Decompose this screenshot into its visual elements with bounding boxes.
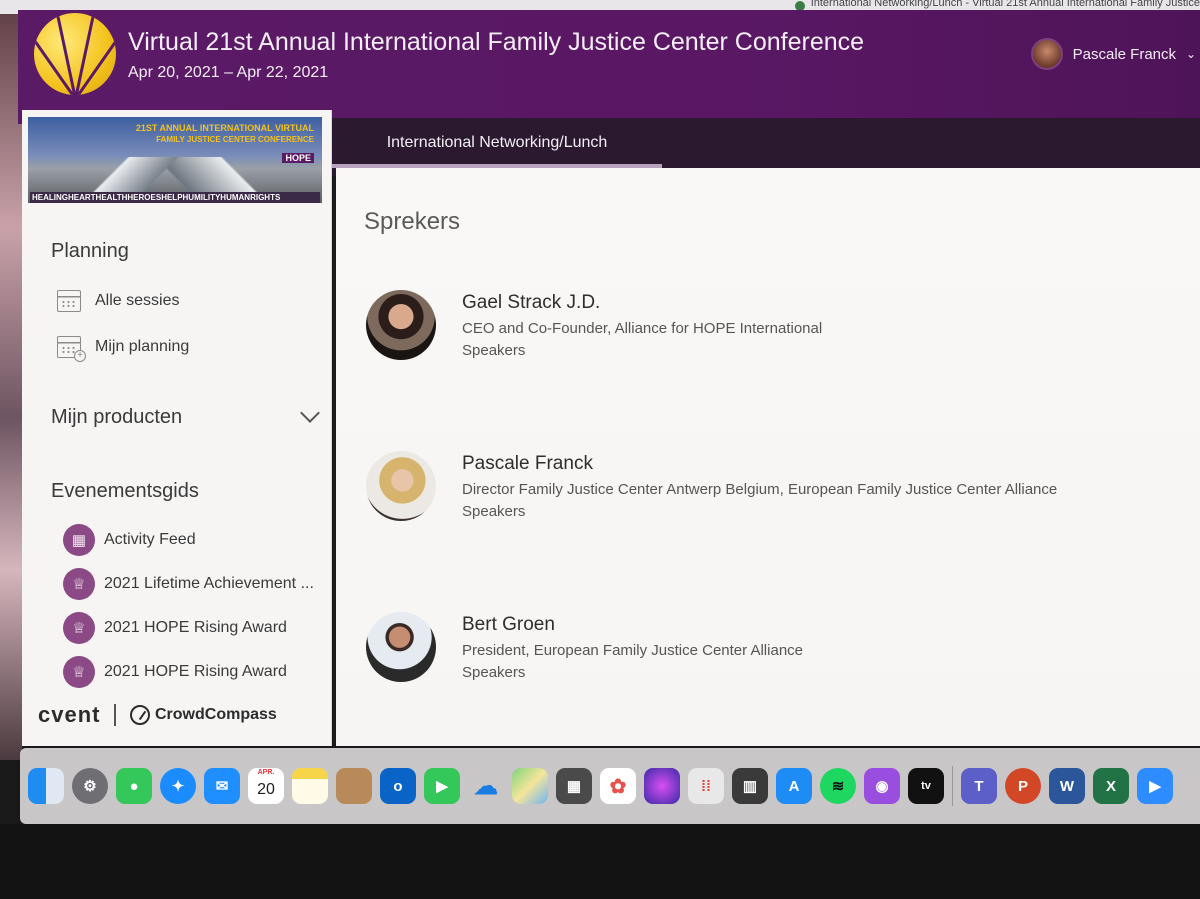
notes-icon[interactable] [292, 768, 328, 804]
chevron-down-icon[interactable]: ⌄ [1186, 47, 1200, 61]
event-dates: Apr 20, 2021 – Apr 22, 2021 [128, 64, 329, 81]
speaker-card[interactable]: Bert Groen President, European Family Ju… [366, 612, 1186, 692]
word-icon[interactable]: W [1049, 768, 1085, 804]
speaker-photo[interactable] [366, 612, 436, 682]
evenementsgids-heading: Evenementsgids [51, 480, 199, 502]
apple-tv-label: tv [921, 780, 931, 792]
onedrive-icon[interactable]: ☁ [468, 768, 504, 804]
finder-icon[interactable] [28, 768, 64, 804]
safari-icon[interactable]: ✦ [160, 768, 196, 804]
powerpoint-label: P [1017, 777, 1028, 795]
event-title: Virtual 21st Annual International Family… [128, 28, 865, 56]
tab-international-networking-lunch[interactable]: International Networking/Lunch [332, 118, 662, 168]
main-content: Sprekers Gael Strack J.D. CEO and Co-Fou… [336, 168, 1200, 746]
conference-banner[interactable]: 21ST ANNUAL INTERNATIONAL VIRTUAL FAMILY… [28, 117, 322, 203]
apple-tv-icon[interactable]: tv [908, 768, 944, 804]
launchpad-icon[interactable]: ⁞⁞ [688, 768, 724, 804]
speaker-photo[interactable] [366, 451, 436, 521]
speaker-photo[interactable] [366, 290, 436, 360]
sidebar-item-lifetime-achievement[interactable]: ♕ 2021 Lifetime Achievement ... [63, 568, 314, 600]
zoom-icon[interactable]: ▶ [1137, 768, 1173, 804]
powerpoint-icon[interactable]: P [1005, 768, 1041, 804]
sidebar-item-activity-feed[interactable]: ▦ Activity Feed [63, 524, 196, 556]
banner-line-2: FAMILY JUSTICE CENTER CONFERENCE [156, 135, 314, 144]
podcasts-icon[interactable]: ◉ [864, 768, 900, 804]
event-logo[interactable] [34, 13, 116, 95]
speaker-role: Director Family Justice Center Antwerp B… [462, 481, 1058, 498]
messages-icon[interactable]: ● [116, 768, 152, 804]
speaker-role: CEO and Co-Founder, Alliance for HOPE In… [462, 320, 823, 337]
trophy-icon: ♕ [63, 612, 95, 644]
cvent-logo[interactable]: cvent [38, 702, 100, 728]
speaker-group: Speakers [462, 664, 526, 681]
calendar-icon [57, 290, 81, 312]
calendar-icon[interactable]: APR. 20 [248, 768, 284, 804]
tab-label: International Networking/Lunch [386, 134, 608, 151]
speaker-group: Speakers [462, 342, 526, 359]
sidebar: 21ST ANNUAL INTERNATIONAL VIRTUAL FAMILY… [22, 110, 332, 746]
dock-separator [952, 766, 953, 806]
chevron-down-icon[interactable] [300, 403, 320, 423]
speaker-group: Speakers [462, 503, 526, 520]
calculator-icon[interactable]: ▦ [556, 768, 592, 804]
sidebar-item-label: 2021 HOPE Rising Award [104, 663, 287, 680]
sidebar-item-label: Alle sessies [95, 292, 180, 309]
crowdcompass-logo[interactable]: CrowdCompass [129, 705, 277, 725]
sidebar-item-mijn-planning[interactable]: + Mijn planning [57, 336, 190, 362]
trophy-icon: ♕ [63, 656, 95, 688]
sidebar-item-alle-sessies[interactable]: Alle sessies [57, 290, 179, 312]
sidebar-item-label: Mijn planning [95, 338, 190, 355]
sidebar-footer: cvent CrowdCompass [38, 702, 277, 728]
speaker-role: President, European Family Justice Cente… [462, 642, 804, 659]
sidebar-item-hope-rising-award[interactable]: ♕ 2021 HOPE Rising Award [63, 656, 287, 688]
outlook-label: o [393, 777, 403, 795]
user-menu[interactable]: Pascale Franck ⌄ [1030, 38, 1200, 70]
mail-icon[interactable]: ✉ [204, 768, 240, 804]
sidebar-item-label: Activity Feed [104, 531, 196, 548]
excel-label: X [1105, 777, 1116, 795]
app-header: Virtual 21st Annual International Family… [18, 10, 1200, 124]
siri-icon[interactable] [644, 768, 680, 804]
speaker-name[interactable]: Pascale Franck [462, 453, 593, 475]
banner-line-1: 21ST ANNUAL INTERNATIONAL VIRTUAL [135, 123, 314, 133]
planning-heading: Planning [51, 240, 129, 262]
page-title: Sprekers [364, 208, 461, 235]
crowdcompass-label: CrowdCompass [154, 706, 277, 723]
trophy-icon: ♕ [63, 568, 95, 600]
user-name[interactable]: Pascale Franck [1073, 46, 1176, 63]
excel-icon[interactable]: X [1093, 768, 1129, 804]
banner-hope-badge: HOPE [282, 153, 314, 163]
macos-dock: ⚙ ● ✦ ✉ APR. 20 o ▶ ☁ ▦ ✿ ⁞⁞ ▥ A ≋ ◉ tv … [20, 748, 1200, 824]
mijn-producten-toggle[interactable]: Mijn producten [51, 406, 182, 429]
contacts-icon[interactable] [336, 768, 372, 804]
speaker-name[interactable]: Bert Groen [462, 614, 555, 636]
sidebar-item-hope-rising-award[interactable]: ♕ 2021 HOPE Rising Award [63, 612, 287, 644]
sidebar-item-label: 2021 Lifetime Achievement ... [104, 575, 314, 592]
app-store-icon[interactable]: A [776, 768, 812, 804]
system-preferences-icon[interactable]: ⚙ [72, 768, 108, 804]
speaker-name[interactable]: Gael Strack J.D. [462, 292, 600, 314]
maps-icon[interactable] [512, 768, 548, 804]
mission-control-icon[interactable]: ▥ [732, 768, 768, 804]
screen-bezel [0, 824, 1200, 899]
crowdcompass-icon [129, 705, 150, 725]
calendar-day: 20 [257, 781, 275, 798]
photos-icon[interactable]: ✿ [600, 768, 636, 804]
divider [114, 704, 116, 726]
browser-tab-title[interactable]: International Networking/Lunch - Virtual… [811, 0, 1200, 9]
speaker-card[interactable]: Gael Strack J.D. CEO and Co-Founder, All… [366, 290, 1186, 370]
calendar-month: APR. [257, 769, 275, 776]
activity-feed-icon: ▦ [63, 524, 95, 556]
calendar-add-icon: + [57, 336, 86, 362]
word-label: W [1059, 777, 1075, 795]
speaker-card[interactable]: Pascale Franck Director Family Justice C… [366, 451, 1186, 531]
teams-icon[interactable]: T [961, 768, 997, 804]
banner-words: HEALINGHEARTHEALTHHEROESHELPHUMILITYHUMA… [30, 192, 320, 203]
sidebar-item-label: 2021 HOPE Rising Award [104, 619, 287, 636]
spotify-icon[interactable]: ≋ [820, 768, 856, 804]
outlook-icon[interactable]: o [380, 768, 416, 804]
facetime-icon[interactable]: ▶ [424, 768, 460, 804]
avatar[interactable] [1030, 38, 1063, 70]
